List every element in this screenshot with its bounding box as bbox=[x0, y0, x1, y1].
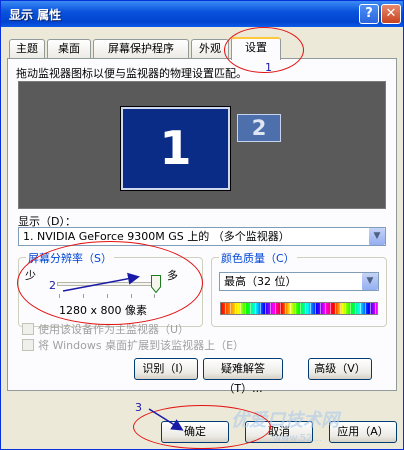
color-spectrum-bar bbox=[220, 302, 378, 315]
tab-bar: 主题 桌面 屏幕保护程序 外观 设置 bbox=[7, 37, 397, 60]
tab-themes[interactable]: 主题 bbox=[9, 39, 45, 58]
step-number-1: 1 bbox=[265, 61, 272, 74]
color-quality-select[interactable]: 最高（32 位） ▼ bbox=[219, 272, 379, 291]
settings-panel: 拖动监视器图标以便与监视器的物理设置匹配。 1 2 显示（D）： 1. NVID… bbox=[7, 58, 397, 395]
checkbox-icon[interactable] bbox=[22, 323, 34, 335]
color-quality-group: 颜色质量（C） 最高（32 位） ▼ bbox=[211, 250, 387, 327]
advanced-button[interactable]: 高级（V） bbox=[308, 358, 372, 380]
window-title: 显示 属性 bbox=[9, 8, 62, 22]
tab-screensaver[interactable]: 屏幕保护程序 bbox=[93, 39, 189, 58]
display-select[interactable]: 1. NVIDIA GeForce 9300M GS 上的 （多个监视器） ▼ bbox=[18, 227, 386, 246]
tab-desktop[interactable]: 桌面 bbox=[47, 39, 91, 58]
display-select-value: 1. NVIDIA GeForce 9300M GS 上的 （多个监视器） bbox=[23, 230, 290, 243]
monitor-arrangement-area[interactable]: 1 2 bbox=[18, 81, 386, 209]
step-number-3: 3 bbox=[135, 401, 142, 414]
identify-button[interactable]: 识别（I） bbox=[134, 358, 198, 380]
step-number-2: 2 bbox=[49, 279, 56, 292]
apply-button[interactable]: 应用（A） bbox=[329, 421, 397, 443]
watermark-url: www.52... bbox=[273, 433, 323, 444]
extend-desktop-label: 将 Windows 桌面扩展到该监视器上（E） bbox=[38, 339, 245, 352]
color-quality-value: 最高（32 位） bbox=[224, 275, 297, 288]
display-properties-window: 显示 属性 ? ✕ 主题 桌面 屏幕保护程序 外观 设置 拖动监视器图标以便与监… bbox=[0, 0, 404, 450]
chevron-down-icon[interactable]: ▼ bbox=[361, 273, 378, 290]
troubleshoot-button[interactable]: 疑难解答（T）... bbox=[203, 358, 283, 395]
tab-settings[interactable]: 设置 bbox=[231, 37, 281, 60]
monitor-1-icon[interactable]: 1 bbox=[120, 106, 231, 191]
close-button[interactable]: ✕ bbox=[381, 4, 401, 24]
highlight-circle-resolution bbox=[17, 241, 203, 325]
color-quality-legend: 颜色质量（C） bbox=[219, 250, 297, 266]
help-button[interactable]: ? bbox=[359, 4, 379, 24]
highlight-circle-ok bbox=[133, 405, 271, 449]
extend-desktop-checkbox[interactable]: 将 Windows 桌面扩展到该监视器上（E） bbox=[22, 337, 244, 353]
chevron-down-icon[interactable]: ▼ bbox=[368, 228, 385, 245]
instruction-text: 拖动监视器图标以便与监视器的物理设置匹配。 bbox=[16, 67, 247, 80]
checkbox-icon[interactable] bbox=[22, 339, 34, 351]
monitor-2-icon[interactable]: 2 bbox=[237, 114, 281, 142]
title-bar[interactable]: 显示 属性 ? ✕ bbox=[1, 1, 403, 27]
